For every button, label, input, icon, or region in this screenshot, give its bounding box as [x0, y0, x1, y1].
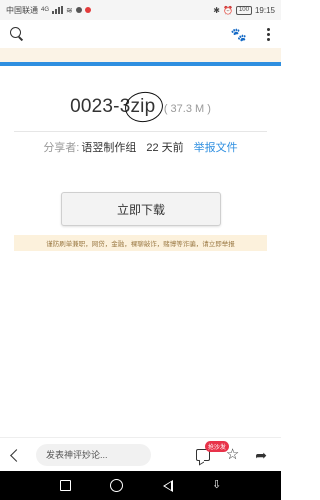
- accent-divider: [0, 62, 281, 66]
- file-meta: 分享者: 语翌制作组 22 天前 举报文件: [0, 139, 281, 155]
- home-icon[interactable]: [110, 479, 124, 492]
- system-nav-bar: ⇩: [0, 471, 281, 500]
- uploader-name[interactable]: 语翌制作组: [81, 142, 136, 154]
- recent-apps-icon[interactable]: [59, 480, 71, 491]
- fraud-warning: 谨防刷单兼职，网贷，金融，裸聊敲诈，赌博等诈骗，请立即举报: [14, 235, 267, 251]
- carrier-label: 中国联通: [6, 5, 38, 15]
- file-size: ( 37.3 M ): [163, 103, 211, 115]
- notification-icon: [84, 7, 91, 13]
- vibrate-icon: ✱: [213, 5, 220, 15]
- top-toolbar: 🐾: [0, 20, 281, 48]
- file-extension: zip: [123, 89, 166, 125]
- file-name-prefix: 0023-3: [70, 96, 131, 117]
- bottom-bar: 发表神评妙论... 抢沙发 ☆ ➦: [0, 437, 281, 471]
- more-icon[interactable]: [265, 27, 271, 41]
- download-button[interactable]: 立即下载: [61, 192, 221, 226]
- wifi-icon: ≋: [66, 5, 73, 15]
- comment-icon[interactable]: 抢沙发: [195, 440, 229, 461]
- app-notification-icon: [75, 7, 82, 13]
- paw-icon[interactable]: 🐾: [231, 28, 247, 41]
- clock: 19:15: [254, 5, 275, 15]
- signal-icon: [52, 6, 64, 14]
- report-file-link[interactable]: 举报文件: [194, 142, 238, 154]
- nav-menu-icon[interactable]: ⇩: [212, 480, 221, 491]
- network-type: 4G: [41, 7, 50, 13]
- divider: [14, 131, 267, 132]
- file-name: 0023-3zip: [70, 89, 166, 125]
- handwritten-circle-mark: [123, 89, 166, 125]
- comment-input[interactable]: 发表神评妙论...: [36, 443, 151, 466]
- nav-back-icon[interactable]: [162, 479, 173, 492]
- battery-icon: 100: [235, 5, 252, 15]
- alarm-icon: ⏰: [222, 5, 233, 15]
- sofa-badge: 抢沙发: [204, 440, 229, 452]
- search-icon[interactable]: [10, 27, 24, 41]
- share-icon[interactable]: ➦: [255, 448, 267, 462]
- upload-time: 22 天前: [146, 142, 184, 154]
- status-bar: 中国联通 4G ≋ ✱ ⏰ 100 19:15: [0, 0, 281, 20]
- sharer-label: 分享者:: [43, 142, 80, 154]
- back-icon[interactable]: [8, 448, 22, 462]
- banner-strip: [0, 48, 281, 62]
- file-title: 0023-3zip ( 37.3 M ): [0, 89, 281, 125]
